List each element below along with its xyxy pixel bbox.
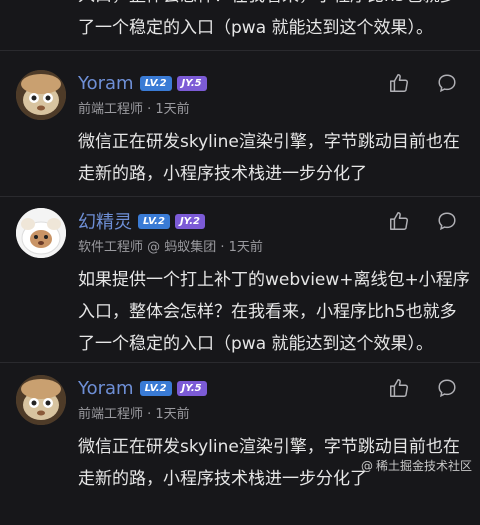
author-name[interactable]: Yoram (78, 378, 134, 399)
level-badge: LV.2 (138, 213, 170, 229)
watermark: @ 稀土掘金技术社区 (361, 457, 472, 474)
author-name[interactable]: 幻精灵 (78, 208, 132, 234)
level-badge: LV.2 (139, 380, 172, 396)
comment-icon[interactable] (436, 72, 458, 94)
comment-item: Yoram LV.2 JY.5 前端工程师 · 1天前 微信正在研发skylin… (0, 355, 480, 525)
like-icon[interactable] (388, 377, 410, 399)
comment-icon[interactable] (436, 210, 458, 232)
author-meta: 前端工程师 · 1天前 (78, 102, 190, 117)
jy-badge: JY.5 (176, 75, 207, 91)
watermark-at: @ (360, 458, 373, 473)
comment-item: 幻精灵 LV.2 JY.2 软件工程师 @ 蚂蚁集团 · 1天前 如果提供一个打… (0, 188, 480, 358)
avatar[interactable] (16, 208, 66, 258)
like-icon[interactable] (388, 72, 410, 94)
level-badge: LV.2 (139, 75, 172, 91)
previous-comment-text: 入口，整体会怎样？在我看来，小程序比h5也就多了一个稳定的入口（pwa 就能达到… (78, 0, 457, 38)
like-icon[interactable] (388, 210, 410, 232)
avatar[interactable] (16, 70, 66, 120)
author-meta: 前端工程师 · 1天前 (78, 407, 190, 422)
author-meta: 软件工程师 @ 蚂蚁集团 · 1天前 (78, 240, 263, 255)
author-row: 幻精灵 LV.2 JY.2 (78, 208, 210, 234)
jy-badge: JY.5 (176, 380, 207, 396)
author-name[interactable]: Yoram (78, 73, 134, 94)
author-row: Yoram LV.2 JY.5 (78, 375, 212, 401)
avatar[interactable] (16, 375, 66, 425)
author-row: Yoram LV.2 JY.5 (78, 70, 212, 96)
previous-comment-fragment: 入口，整体会怎样？在我看来，小程序比h5也就多了一个稳定的入口（pwa 就能达到… (0, 0, 480, 50)
comment-body: 微信正在研发skyline渲染引擎，字节跳动目前也在走新的路，小程序技术栈进一步… (78, 132, 460, 184)
comment-icon[interactable] (436, 377, 458, 399)
comment-body: 如果提供一个打上补丁的webview+离线包+小程序入口，整体会怎样？在我看来，… (78, 270, 470, 354)
jy-badge: JY.2 (174, 213, 206, 229)
watermark-text: 稀土掘金技术社区 (375, 459, 472, 473)
